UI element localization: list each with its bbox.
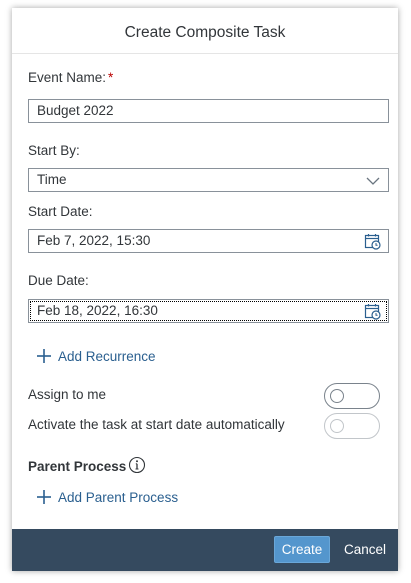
event-name-input[interactable]: Budget 2022: [28, 99, 389, 123]
add-parent-process-label: Add Parent Process: [58, 490, 179, 505]
start-date-value: Feb 7, 2022, 15:30: [37, 233, 151, 248]
required-marker: *: [108, 70, 114, 85]
cancel-button[interactable]: Cancel: [338, 536, 392, 563]
info-icon[interactable]: [128, 456, 146, 474]
calendar-icon[interactable]: [364, 233, 382, 250]
switch-knob: [330, 389, 344, 403]
activate-auto-label: Activate the task at start date automati…: [28, 417, 285, 432]
add-recurrence-label: Add Recurrence: [58, 349, 156, 364]
dialog-title: Create Composite Task: [12, 8, 398, 54]
switch-knob: [330, 419, 344, 433]
add-recurrence-button[interactable]: Add Recurrence: [36, 347, 156, 367]
start-by-value: Time: [37, 172, 67, 187]
start-by-select[interactable]: Time: [28, 168, 389, 192]
event-name-label: Event Name: *: [28, 70, 113, 85]
plus-icon: [36, 348, 52, 364]
parent-process-title: Parent Process: [28, 459, 127, 474]
event-name-value: Budget 2022: [37, 103, 114, 118]
plus-icon: [36, 489, 52, 505]
add-parent-process-button[interactable]: Add Parent Process: [36, 488, 178, 508]
activate-auto-switch[interactable]: [324, 413, 380, 439]
due-date-label: Due Date:: [28, 273, 89, 288]
start-date-label: Start Date:: [28, 204, 93, 219]
due-date-picker[interactable]: Feb 18, 2022, 16:30: [28, 299, 389, 323]
event-name-label-text: Event Name:: [28, 70, 107, 85]
calendar-icon[interactable]: [364, 303, 382, 320]
due-date-value: Feb 18, 2022, 16:30: [37, 303, 158, 318]
assign-to-me-label: Assign to me: [28, 387, 107, 402]
create-button[interactable]: Create: [274, 536, 330, 563]
start-date-picker[interactable]: Feb 7, 2022, 15:30: [28, 229, 389, 253]
dialog-footer: Create Cancel: [12, 529, 398, 571]
create-composite-task-dialog: Create Composite Task Event Name: * Budge…: [12, 8, 398, 571]
start-by-label: Start By:: [28, 143, 80, 158]
assign-to-me-switch[interactable]: [324, 383, 380, 409]
chevron-down-icon[interactable]: [364, 172, 382, 189]
